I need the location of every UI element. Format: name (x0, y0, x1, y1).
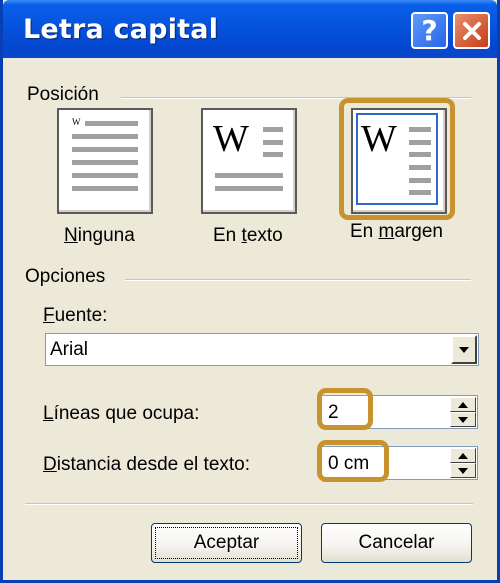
arrow-down-icon (458, 467, 468, 474)
help-icon: ? (421, 13, 438, 47)
close-button[interactable] (453, 12, 490, 49)
lines-spinner-arrows[interactable] (450, 397, 476, 427)
lines-label: Líneas que ocupa: (43, 403, 200, 424)
option-label-in-margin[interactable]: En margen (350, 221, 443, 243)
option-label-none[interactable]: Ninguna (64, 225, 135, 247)
distance-spinner-arrows[interactable] (450, 448, 476, 478)
preview-letter-large: W (213, 118, 249, 160)
annotation-highlight-lines (317, 388, 373, 430)
letra-capital-dialog: Letra capital ? Posición W Ninguna W En … (0, 0, 500, 583)
cancel-button[interactable]: Cancelar (321, 523, 472, 563)
close-icon (462, 21, 481, 40)
accept-button[interactable]: Aceptar (151, 523, 302, 563)
option-label-in-text[interactable]: En texto (213, 225, 283, 247)
annotation-highlight-distance (317, 440, 389, 482)
preview-letter-small: W (72, 117, 81, 127)
spin-down-button[interactable] (450, 412, 476, 427)
dialog-title: Letra capital (23, 14, 219, 45)
font-label: Fuente: (43, 305, 108, 326)
font-select[interactable]: Arial (45, 333, 479, 366)
button-separator (25, 503, 473, 505)
focus-rect (155, 527, 298, 559)
spin-up-button[interactable] (450, 448, 476, 463)
position-group-label: Posición (27, 84, 105, 106)
options-group-line (125, 279, 471, 281)
font-dropdown-button[interactable] (451, 335, 477, 364)
distance-label: Distancia desde el texto: (43, 454, 251, 475)
arrow-up-icon (458, 401, 468, 408)
cancel-button-label: Cancelar (358, 532, 435, 553)
preview-none[interactable]: W (57, 108, 153, 214)
spin-down-button[interactable] (450, 463, 476, 478)
annotation-highlight-margin (339, 98, 455, 220)
preview-in-text[interactable]: W (201, 108, 297, 214)
options-group-label: Opciones (25, 266, 112, 288)
chevron-down-icon (459, 346, 469, 353)
arrow-down-icon (458, 416, 468, 423)
font-select-value: Arial (50, 339, 89, 360)
title-bar[interactable]: Letra capital ? (3, 0, 497, 58)
arrow-up-icon (458, 452, 468, 459)
spin-up-button[interactable] (450, 397, 476, 412)
help-button[interactable]: ? (411, 12, 448, 49)
